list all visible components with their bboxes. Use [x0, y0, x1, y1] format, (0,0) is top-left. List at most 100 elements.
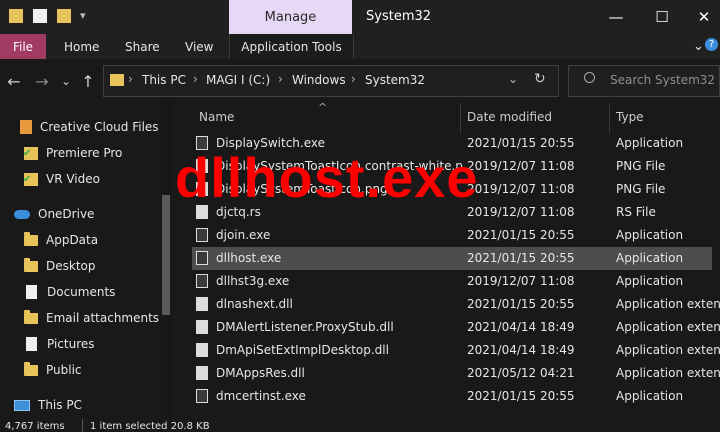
application-icon: [196, 274, 208, 288]
folder-synced-icon: [23, 172, 38, 186]
folder-icon[interactable]: [9, 9, 23, 23]
file-type: Application: [616, 228, 684, 242]
file-name: dlnashext.dll: [216, 297, 293, 311]
breadcrumb-drive[interactable]: MAGI I (C:): [206, 73, 270, 87]
file-type: Application: [616, 251, 684, 265]
file-type: PNG File: [616, 182, 666, 196]
file-date: 2019/12/07 11:08: [467, 159, 575, 173]
file-date: 2021/01/15 20:55: [467, 297, 575, 311]
file-date: 2019/12/07 11:08: [467, 274, 575, 288]
file-type: Application exten.: [616, 320, 720, 334]
file-date: 2021/01/15 20:55: [467, 228, 575, 242]
file-name: DMAppsRes.dll: [216, 366, 305, 380]
breadcrumb-separator: ›: [128, 72, 133, 86]
folder-icon: [24, 257, 38, 272]
table-row[interactable]: DmApiSetExtImplDesktop.dll 2021/04/14 18:…: [192, 339, 720, 362]
table-row[interactable]: DMAlertListener.ProxyStub.dll 2021/04/14 …: [192, 316, 720, 339]
column-header-name[interactable]: Name: [199, 110, 234, 124]
file-type: Application: [616, 389, 684, 403]
up-button[interactable]: ↑: [76, 70, 100, 92]
folder-icon: [24, 309, 38, 324]
status-item-count: 4,767 items: [5, 421, 65, 432]
file-icon: [196, 320, 208, 334]
application-icon: [196, 228, 208, 242]
tab-application-tools[interactable]: Application Tools: [229, 34, 354, 59]
manage-tab[interactable]: Manage: [229, 0, 352, 34]
ribbon-tabs: [0, 34, 720, 59]
document-icon: [26, 285, 37, 299]
minimize-button[interactable]: —: [596, 4, 636, 30]
file-icon: [196, 297, 208, 311]
file-type: RS File: [616, 205, 656, 219]
sidebar-item-creative-cloud-files[interactable]: Creative Cloud Files: [20, 115, 180, 139]
overlay-caption: dllhost.exe: [175, 146, 479, 209]
properties-icon[interactable]: [33, 9, 47, 23]
file-icon: [196, 366, 208, 380]
status-selection: 1 item selected 20.8 KB: [90, 421, 210, 432]
file-name: dllhost.exe: [216, 251, 282, 265]
table-row[interactable]: dllhst3g.exe 2019/12/07 11:08 Application: [192, 270, 712, 293]
folder-icon: [110, 74, 124, 86]
recent-locations-button[interactable]: ⌄: [54, 70, 78, 92]
file-name: djoin.exe: [216, 228, 271, 242]
refresh-icon[interactable]: ↻: [534, 71, 546, 87]
file-type: Application exten.: [616, 343, 720, 357]
table-row[interactable]: dlnashext.dll 2021/01/15 20:55 Application…: [192, 293, 720, 316]
folder-icon: [24, 361, 38, 376]
creative-cloud-icon: [20, 120, 32, 134]
breadcrumb-separator: ›: [351, 72, 356, 86]
new-folder-icon[interactable]: [57, 9, 71, 23]
folder-icon: [24, 231, 38, 246]
file-name: DmApiSetExtImplDesktop.dll: [216, 343, 389, 357]
table-row[interactable]: DMAppsRes.dll 2021/05/12 04:21 Application…: [192, 362, 720, 385]
column-divider[interactable]: [609, 103, 610, 133]
address-dropdown-icon[interactable]: ⌄: [508, 72, 518, 86]
sidebar-item-this-pc[interactable]: This PC: [14, 393, 174, 417]
column-divider[interactable]: [460, 103, 461, 133]
column-header-date-modified[interactable]: Date modified: [467, 110, 552, 124]
onedrive-cloud-icon: [14, 209, 30, 219]
table-row[interactable]: dllhost.exe 2021/01/15 20:55 Application: [192, 247, 712, 270]
file-name: dllhst3g.exe: [216, 274, 290, 288]
breadcrumb-separator: ›: [278, 72, 283, 86]
search-icon: [584, 72, 595, 83]
sidebar-scrollbar-thumb[interactable]: [162, 195, 170, 315]
file-date: 2021/04/14 18:49: [467, 320, 575, 334]
tab-share[interactable]: Share: [125, 34, 160, 59]
file-type: Application: [616, 136, 684, 150]
breadcrumb-separator: ›: [193, 72, 198, 86]
forward-button[interactable]: →: [30, 70, 54, 92]
expand-ribbon-icon[interactable]: ⌄: [693, 34, 704, 59]
search-placeholder: Search System32: [610, 73, 716, 87]
maximize-button[interactable]: ☐: [642, 4, 682, 30]
customize-quick-access-icon[interactable]: ▾: [80, 9, 86, 22]
file-type: Application: [616, 274, 684, 288]
file-date: 2021/01/15 20:55: [467, 136, 575, 150]
status-divider: [82, 419, 83, 432]
tab-view[interactable]: View: [185, 34, 213, 59]
this-pc-icon: [14, 399, 30, 411]
back-button[interactable]: ←: [2, 70, 26, 92]
file-name: DMAlertListener.ProxyStub.dll: [216, 320, 394, 334]
column-header-type[interactable]: Type: [616, 110, 644, 124]
help-icon[interactable]: ?: [705, 38, 718, 51]
window-title: System32: [366, 9, 432, 24]
tab-file[interactable]: File: [0, 34, 46, 59]
file-date: 2021/01/15 20:55: [467, 251, 575, 265]
tab-home[interactable]: Home: [64, 34, 99, 59]
breadcrumb-this-pc[interactable]: This PC: [142, 73, 186, 87]
file-type: Application exten.: [616, 366, 720, 380]
close-button[interactable]: ✕: [684, 4, 720, 30]
breadcrumb-system32[interactable]: System32: [365, 73, 425, 87]
table-row[interactable]: dmcertinst.exe 2021/01/15 20:55 Applicatio…: [192, 385, 712, 408]
file-date: 2021/04/14 18:49: [467, 343, 575, 357]
application-icon: [196, 389, 208, 403]
sort-arrow-icon: ^: [318, 101, 328, 114]
file-type: PNG File: [616, 159, 666, 173]
sidebar-item-onedrive[interactable]: OneDrive: [14, 202, 174, 226]
breadcrumb-windows[interactable]: Windows: [292, 73, 346, 87]
file-date: 2019/12/07 11:08: [467, 205, 575, 219]
file-icon: [196, 343, 208, 357]
document-icon: [26, 337, 37, 351]
table-row[interactable]: djoin.exe 2021/01/15 20:55 Application: [192, 224, 712, 247]
